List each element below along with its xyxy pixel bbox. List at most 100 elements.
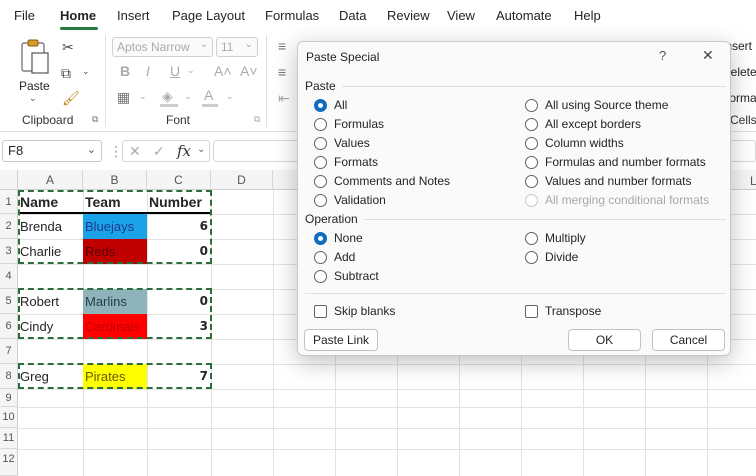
row-header-4[interactable]: 4 (0, 264, 18, 289)
copy-icon[interactable]: ⧉ (61, 66, 71, 80)
bold-icon[interactable]: B (120, 64, 130, 78)
select-all-corner[interactable] (0, 170, 18, 190)
radio-paste-all[interactable] (314, 99, 327, 112)
enter-edit-icon[interactable]: ✓ (153, 143, 165, 160)
label-paste-comments[interactable]: Comments and Notes (334, 174, 450, 188)
decrease-indent-icon[interactable]: ⇤ (278, 91, 290, 105)
label-paste-values-number-formats[interactable]: Values and number formats (545, 174, 692, 188)
radio-paste-except-borders[interactable] (525, 118, 538, 131)
menu-home[interactable]: Home (60, 8, 96, 23)
radio-paste-formulas[interactable] (314, 118, 327, 131)
paste-button[interactable]: Paste ⌄ (14, 37, 54, 103)
menu-page-layout[interactable]: Page Layout (172, 8, 245, 23)
font-name-combo[interactable]: Aptos Narrow ⌄ (112, 37, 213, 57)
radio-paste-formulas-number-formats[interactable] (525, 156, 538, 169)
menu-file[interactable]: File (14, 8, 35, 23)
menu-review[interactable]: Review (387, 8, 430, 23)
label-operation-add[interactable]: Add (334, 250, 355, 264)
row-header-8[interactable]: 8 (0, 364, 18, 389)
label-paste-formulas-number-formats[interactable]: Formulas and number formats (545, 155, 706, 169)
row-header-10[interactable]: 10 (0, 407, 18, 428)
menu-automate[interactable]: Automate (496, 8, 552, 23)
align-top-icon[interactable]: ≡ (278, 39, 286, 53)
row-header-3[interactable]: 3 (0, 239, 18, 264)
italic-icon[interactable]: I (146, 64, 150, 78)
label-paste-all[interactable]: All (334, 98, 347, 112)
row-header-11[interactable]: 11 (0, 428, 18, 449)
font-group-label: Font (166, 113, 191, 127)
radio-operation-add[interactable] (314, 251, 327, 264)
label-operation-divide[interactable]: Divide (545, 250, 578, 264)
font-size-combo[interactable]: 11 ⌄ (216, 37, 258, 57)
column-header-a[interactable]: A (18, 170, 83, 190)
menu-view[interactable]: View (447, 8, 475, 23)
dialog-launcher-icon[interactable]: ⧉ (92, 115, 98, 124)
menu-formulas[interactable]: Formulas (265, 8, 319, 23)
label-paste-formats[interactable]: Formats (334, 155, 378, 169)
label-operation-none[interactable]: None (334, 231, 363, 245)
font-color-icon[interactable]: A (204, 88, 213, 102)
radio-paste-column-widths[interactable] (525, 137, 538, 150)
chevron-down-icon[interactable]: ⌄ (184, 92, 192, 101)
format-painter-icon[interactable]: 🖌 (62, 91, 80, 105)
grow-font-icon[interactable]: A˄ (214, 64, 232, 78)
radio-operation-none[interactable] (314, 232, 327, 245)
menu-help[interactable]: Help (574, 8, 601, 23)
row-header-6[interactable]: 6 (0, 314, 18, 339)
label-paste-validation[interactable]: Validation (334, 193, 386, 207)
radio-paste-source-theme[interactable] (525, 99, 538, 112)
label-operation-subtract[interactable]: Subtract (334, 269, 379, 283)
label-paste-values[interactable]: Values (334, 136, 370, 150)
paste-link-button[interactable]: Paste Link (304, 329, 378, 351)
radio-paste-comments[interactable] (314, 175, 327, 188)
more-options-icon[interactable]: ⋮ (109, 143, 123, 160)
radio-paste-values-number-formats[interactable] (525, 175, 538, 188)
borders-icon[interactable]: ▦ (117, 90, 130, 104)
chevron-down-icon[interactable]: ⌄ (187, 66, 195, 75)
shrink-font-icon[interactable]: A˅ (240, 64, 258, 78)
menu-bar: File Home Insert Page Layout Formulas Da… (0, 0, 756, 31)
column-header-d[interactable]: D (211, 170, 273, 190)
cancel-edit-icon[interactable]: ✕ (129, 143, 141, 160)
label-paste-except-borders[interactable]: All except borders (545, 117, 641, 131)
close-icon[interactable]: ✕ (702, 47, 714, 64)
name-box[interactable]: F8 ⌄ (2, 140, 102, 162)
menu-data[interactable]: Data (339, 8, 366, 23)
scissors-icon[interactable]: ✂ (62, 40, 74, 54)
row-header-1[interactable]: 1 (0, 190, 18, 214)
column-header-b[interactable]: B (83, 170, 147, 190)
menu-insert[interactable]: Insert (117, 8, 150, 23)
row-header-9[interactable]: 9 (0, 389, 18, 407)
help-icon[interactable]: ? (659, 48, 666, 63)
chevron-down-icon[interactable]: ⌄ (226, 92, 234, 101)
label-paste-source-theme[interactable]: All using Source theme (545, 98, 668, 112)
radio-paste-validation[interactable] (314, 194, 327, 207)
radio-operation-subtract[interactable] (314, 270, 327, 283)
insert-function-icon[interactable]: fx (177, 142, 191, 160)
column-header-c[interactable]: C (147, 170, 211, 190)
group-separator (105, 35, 106, 127)
align-left-icon[interactable]: ≡ (278, 65, 286, 79)
label-paste-column-widths[interactable]: Column widths (545, 136, 624, 150)
fill-color-icon[interactable]: ◈ (162, 89, 173, 103)
row-header-5[interactable]: 5 (0, 289, 18, 314)
radio-paste-values[interactable] (314, 137, 327, 150)
chevron-down-icon[interactable]: ⌄ (139, 92, 147, 101)
row-header-7[interactable]: 7 (0, 339, 18, 364)
row-header-12[interactable]: 12 (0, 449, 18, 476)
checkbox-skip-blanks[interactable] (314, 305, 327, 318)
radio-paste-formats[interactable] (314, 156, 327, 169)
label-operation-multiply[interactable]: Multiply (545, 231, 586, 245)
label-transpose[interactable]: Transpose (545, 304, 601, 318)
label-paste-formulas[interactable]: Formulas (334, 117, 384, 131)
radio-operation-divide[interactable] (525, 251, 538, 264)
checkbox-transpose[interactable] (525, 305, 538, 318)
radio-operation-multiply[interactable] (525, 232, 538, 245)
underline-icon[interactable]: U (170, 64, 180, 78)
ok-button[interactable]: OK (568, 329, 641, 351)
row-header-2[interactable]: 2 (0, 214, 18, 239)
label-skip-blanks[interactable]: Skip blanks (334, 304, 395, 318)
dialog-launcher-icon[interactable]: ⧉ (254, 115, 260, 124)
chevron-down-icon[interactable]: ⌄ (82, 67, 90, 76)
cancel-button[interactable]: Cancel (652, 329, 725, 351)
